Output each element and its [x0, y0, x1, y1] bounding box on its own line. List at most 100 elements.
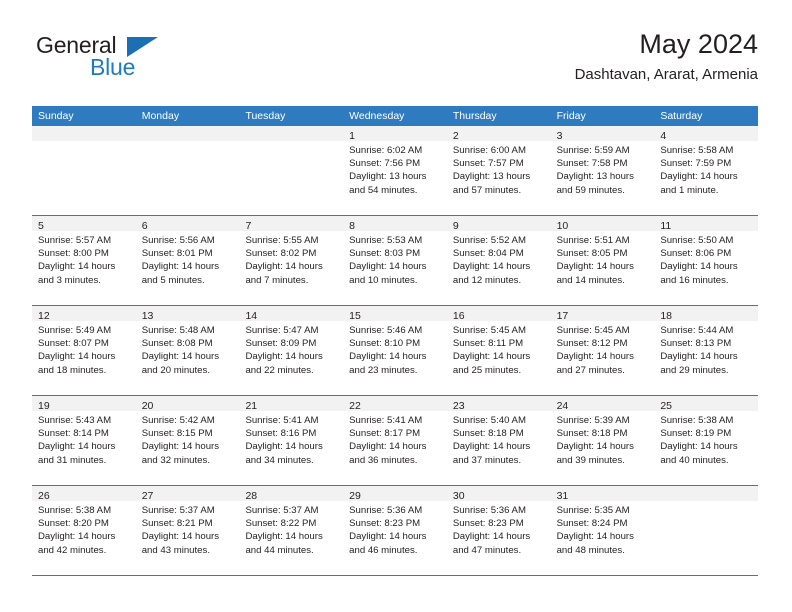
day-number: 21	[245, 400, 258, 412]
day-detail-line: Daylight: 14 hours	[349, 351, 427, 363]
day-cell-21[interactable]: 21 Sunrise: 5:41 AM Sunset: 8:16 PM Dayligh…	[239, 396, 344, 485]
day-cell-1[interactable]: 1 Sunrise: 6:02 AM Sunset: 7:56 PM Daylight…	[343, 126, 447, 215]
day-detail-line: Daylight: 14 hours	[245, 531, 323, 543]
day-details: Sunrise: 5:59 AM Sunset: 7:58 PM Daylight:…	[551, 141, 655, 197]
day-number: 18	[660, 310, 672, 322]
day-number: 26	[38, 490, 50, 502]
day-detail-line: and 14 minutes.	[556, 274, 625, 286]
day-detail-line: Sunset: 8:02 PM	[245, 248, 317, 260]
day-cell-11[interactable]: 11 Sunrise: 5:50 AM Sunset: 8:06 PM Dayligh…	[654, 216, 759, 305]
day-cell-28[interactable]: 28 Sunrise: 5:37 AM Sunset: 8:22 PM Dayligh…	[239, 486, 344, 575]
day-cell-7[interactable]: 7 Sunrise: 5:55 AM Sunset: 8:02 PM Daylight…	[239, 216, 344, 305]
day-number-strip: 28	[239, 486, 344, 502]
day-detail-line: Daylight: 14 hours	[245, 351, 323, 363]
day-detail-line: and 34 minutes.	[245, 454, 314, 466]
day-detail-line: and 18 minutes.	[38, 364, 107, 376]
day-cell-8[interactable]: 8 Sunrise: 5:53 AM Sunset: 8:03 PM Daylight…	[343, 216, 447, 305]
day-cell-5[interactable]: 5 Sunrise: 5:57 AM Sunset: 8:00 PM Daylight…	[32, 216, 136, 305]
day-detail-line: and 40 minutes.	[660, 454, 729, 466]
day-detail-line: and 39 minutes.	[556, 454, 625, 466]
day-cell-31[interactable]: 31 Sunrise: 5:35 AM Sunset: 8:24 PM Dayligh…	[550, 486, 655, 575]
day-detail-line: Daylight: 14 hours	[349, 261, 427, 273]
day-cell-22[interactable]: 22 Sunrise: 5:41 AM Sunset: 8:17 PM Dayligh…	[343, 396, 447, 485]
day-number: 1	[349, 130, 355, 142]
day-details: Sunrise: 5:39 AM Sunset: 8:18 PM Daylight:…	[551, 411, 655, 467]
day-detail-line: Daylight: 14 hours	[38, 531, 116, 543]
day-details: Sunrise: 5:57 AM Sunset: 8:00 PM Daylight:…	[32, 231, 136, 287]
day-cell-3[interactable]: 3 Sunrise: 5:59 AM Sunset: 7:58 PM Daylight…	[550, 126, 655, 215]
day-detail-line: Daylight: 13 hours	[349, 171, 427, 183]
day-cell-empty	[654, 486, 759, 575]
day-detail-line: Sunrise: 5:39 AM	[556, 415, 630, 426]
day-cell-23[interactable]: 23 Sunrise: 5:40 AM Sunset: 8:18 PM Dayligh…	[446, 396, 551, 485]
day-cell-16[interactable]: 16 Sunrise: 5:45 AM Sunset: 8:11 PM Dayligh…	[446, 306, 551, 395]
day-number-strip: 22	[343, 396, 447, 412]
day-detail-line: Sunrise: 5:38 AM	[38, 505, 112, 516]
day-detail-line: and 27 minutes.	[556, 364, 625, 376]
day-cell-30[interactable]: 30 Sunrise: 5:36 AM Sunset: 8:23 PM Dayligh…	[446, 486, 551, 575]
day-number-strip: 30	[446, 486, 551, 502]
day-number: 13	[141, 310, 154, 322]
day-detail-line: and 12 minutes.	[452, 274, 522, 286]
day-detail-line: Sunset: 8:21 PM	[141, 518, 213, 530]
day-cell-19[interactable]: 19 Sunrise: 5:43 AM Sunset: 8:14 PM Dayligh…	[32, 396, 136, 485]
day-detail-line: Sunrise: 5:47 AM	[245, 325, 319, 336]
day-cell-empty	[239, 126, 344, 215]
day-cell-27[interactable]: 27 Sunrise: 5:37 AM Sunset: 8:21 PM Dayligh…	[135, 486, 240, 575]
day-detail-line: and 31 minutes.	[38, 454, 107, 466]
day-cell-10[interactable]: 10 Sunrise: 5:51 AM Sunset: 8:05 PM Dayligh…	[550, 216, 655, 305]
day-detail-line: Daylight: 14 hours	[660, 351, 738, 363]
day-detail-line: Sunrise: 5:56 AM	[141, 235, 215, 246]
day-cell-18[interactable]: 18 Sunrise: 5:44 AM Sunset: 8:13 PM Dayligh…	[654, 306, 759, 395]
day-cell-17[interactable]: 17 Sunrise: 5:45 AM Sunset: 8:12 PM Dayligh…	[550, 306, 655, 395]
day-number: 24	[556, 400, 569, 412]
day-detail-line: and 37 minutes.	[452, 454, 522, 466]
day-detail-line: Daylight: 14 hours	[556, 531, 634, 543]
day-cell-2[interactable]: 2 Sunrise: 6:00 AM Sunset: 7:57 PM Daylight…	[446, 126, 551, 215]
day-cell-12[interactable]: 12 Sunrise: 5:49 AM Sunset: 8:07 PM Dayligh…	[32, 306, 136, 395]
day-detail-line: Daylight: 14 hours	[660, 171, 738, 183]
day-detail-line: Daylight: 14 hours	[141, 441, 220, 453]
day-detail-line: and 42 minutes.	[38, 544, 107, 556]
day-number: 2	[452, 130, 459, 142]
calendar-weeks: 1 Sunrise: 6:02 AM Sunset: 7:56 PM Daylight…	[32, 126, 759, 576]
day-number: 23	[452, 400, 465, 412]
day-cell-6[interactable]: 6 Sunrise: 5:56 AM Sunset: 8:01 PM Daylight…	[135, 216, 240, 305]
day-number-strip: 3	[550, 126, 655, 142]
day-details: Sunrise: 5:42 AM Sunset: 8:15 PM Daylight:…	[136, 411, 240, 467]
day-cell-9[interactable]: 9 Sunrise: 5:52 AM Sunset: 8:04 PM Daylight…	[446, 216, 551, 305]
day-detail-line: Sunrise: 5:37 AM	[245, 505, 319, 516]
day-details: Sunrise: 5:44 AM Sunset: 8:13 PM Daylight:…	[654, 321, 758, 377]
day-cell-25[interactable]: 25 Sunrise: 5:38 AM Sunset: 8:19 PM Dayligh…	[654, 396, 759, 485]
day-details: Sunrise: 5:45 AM Sunset: 8:11 PM Daylight:…	[447, 321, 551, 377]
day-number-strip: 18	[654, 306, 759, 322]
day-number: 16	[452, 310, 465, 322]
day-detail-line: Sunrise: 6:02 AM	[349, 145, 423, 156]
general-blue-logo[interactable]: General Blue	[32, 32, 232, 84]
day-details: Sunrise: 5:46 AM Sunset: 8:10 PM Daylight:…	[343, 321, 447, 377]
day-cell-24[interactable]: 24 Sunrise: 5:39 AM Sunset: 8:18 PM Dayligh…	[550, 396, 655, 485]
day-cell-20[interactable]: 20 Sunrise: 5:42 AM Sunset: 8:15 PM Dayligh…	[135, 396, 240, 485]
day-cell-29[interactable]: 29 Sunrise: 5:36 AM Sunset: 8:23 PM Dayligh…	[343, 486, 447, 575]
day-detail-line: Sunrise: 5:40 AM	[452, 415, 526, 426]
day-cell-4[interactable]: 4 Sunrise: 5:58 AM Sunset: 7:59 PM Daylight…	[654, 126, 759, 215]
day-detail-line: Sunrise: 5:59 AM	[556, 145, 630, 156]
day-detail-line: Daylight: 14 hours	[349, 441, 427, 453]
calendar-week-row: 5 Sunrise: 5:57 AM Sunset: 8:00 PM Daylight…	[32, 216, 759, 306]
day-detail-line: Sunrise: 5:49 AM	[38, 325, 112, 336]
calendar-week-row: 12 Sunrise: 5:49 AM Sunset: 8:07 PM Dayligh…	[32, 306, 759, 396]
day-detail-line: and 5 minutes.	[141, 274, 205, 286]
day-details: Sunrise: 5:47 AM Sunset: 8:09 PM Daylight:…	[239, 321, 343, 377]
day-number-strip: 29	[343, 486, 447, 502]
day-cell-15[interactable]: 15 Sunrise: 5:46 AM Sunset: 8:10 PM Dayligh…	[343, 306, 447, 395]
day-detail-line: and 59 minutes.	[556, 184, 625, 196]
day-number-strip: 5	[32, 216, 136, 232]
day-cell-13[interactable]: 13 Sunrise: 5:48 AM Sunset: 8:08 PM Dayligh…	[135, 306, 240, 395]
day-cell-14[interactable]: 14 Sunrise: 5:47 AM Sunset: 8:09 PM Dayligh…	[239, 306, 344, 395]
day-cell-26[interactable]: 26 Sunrise: 5:38 AM Sunset: 8:20 PM Dayligh…	[32, 486, 136, 575]
day-details: Sunrise: 5:50 AM Sunset: 8:06 PM Daylight:…	[654, 231, 758, 287]
day-detail-line: Daylight: 14 hours	[141, 261, 220, 273]
day-detail-line: Sunrise: 5:35 AM	[556, 505, 630, 516]
day-number-strip	[654, 486, 759, 501]
weekday-header-friday: Friday	[556, 110, 586, 122]
